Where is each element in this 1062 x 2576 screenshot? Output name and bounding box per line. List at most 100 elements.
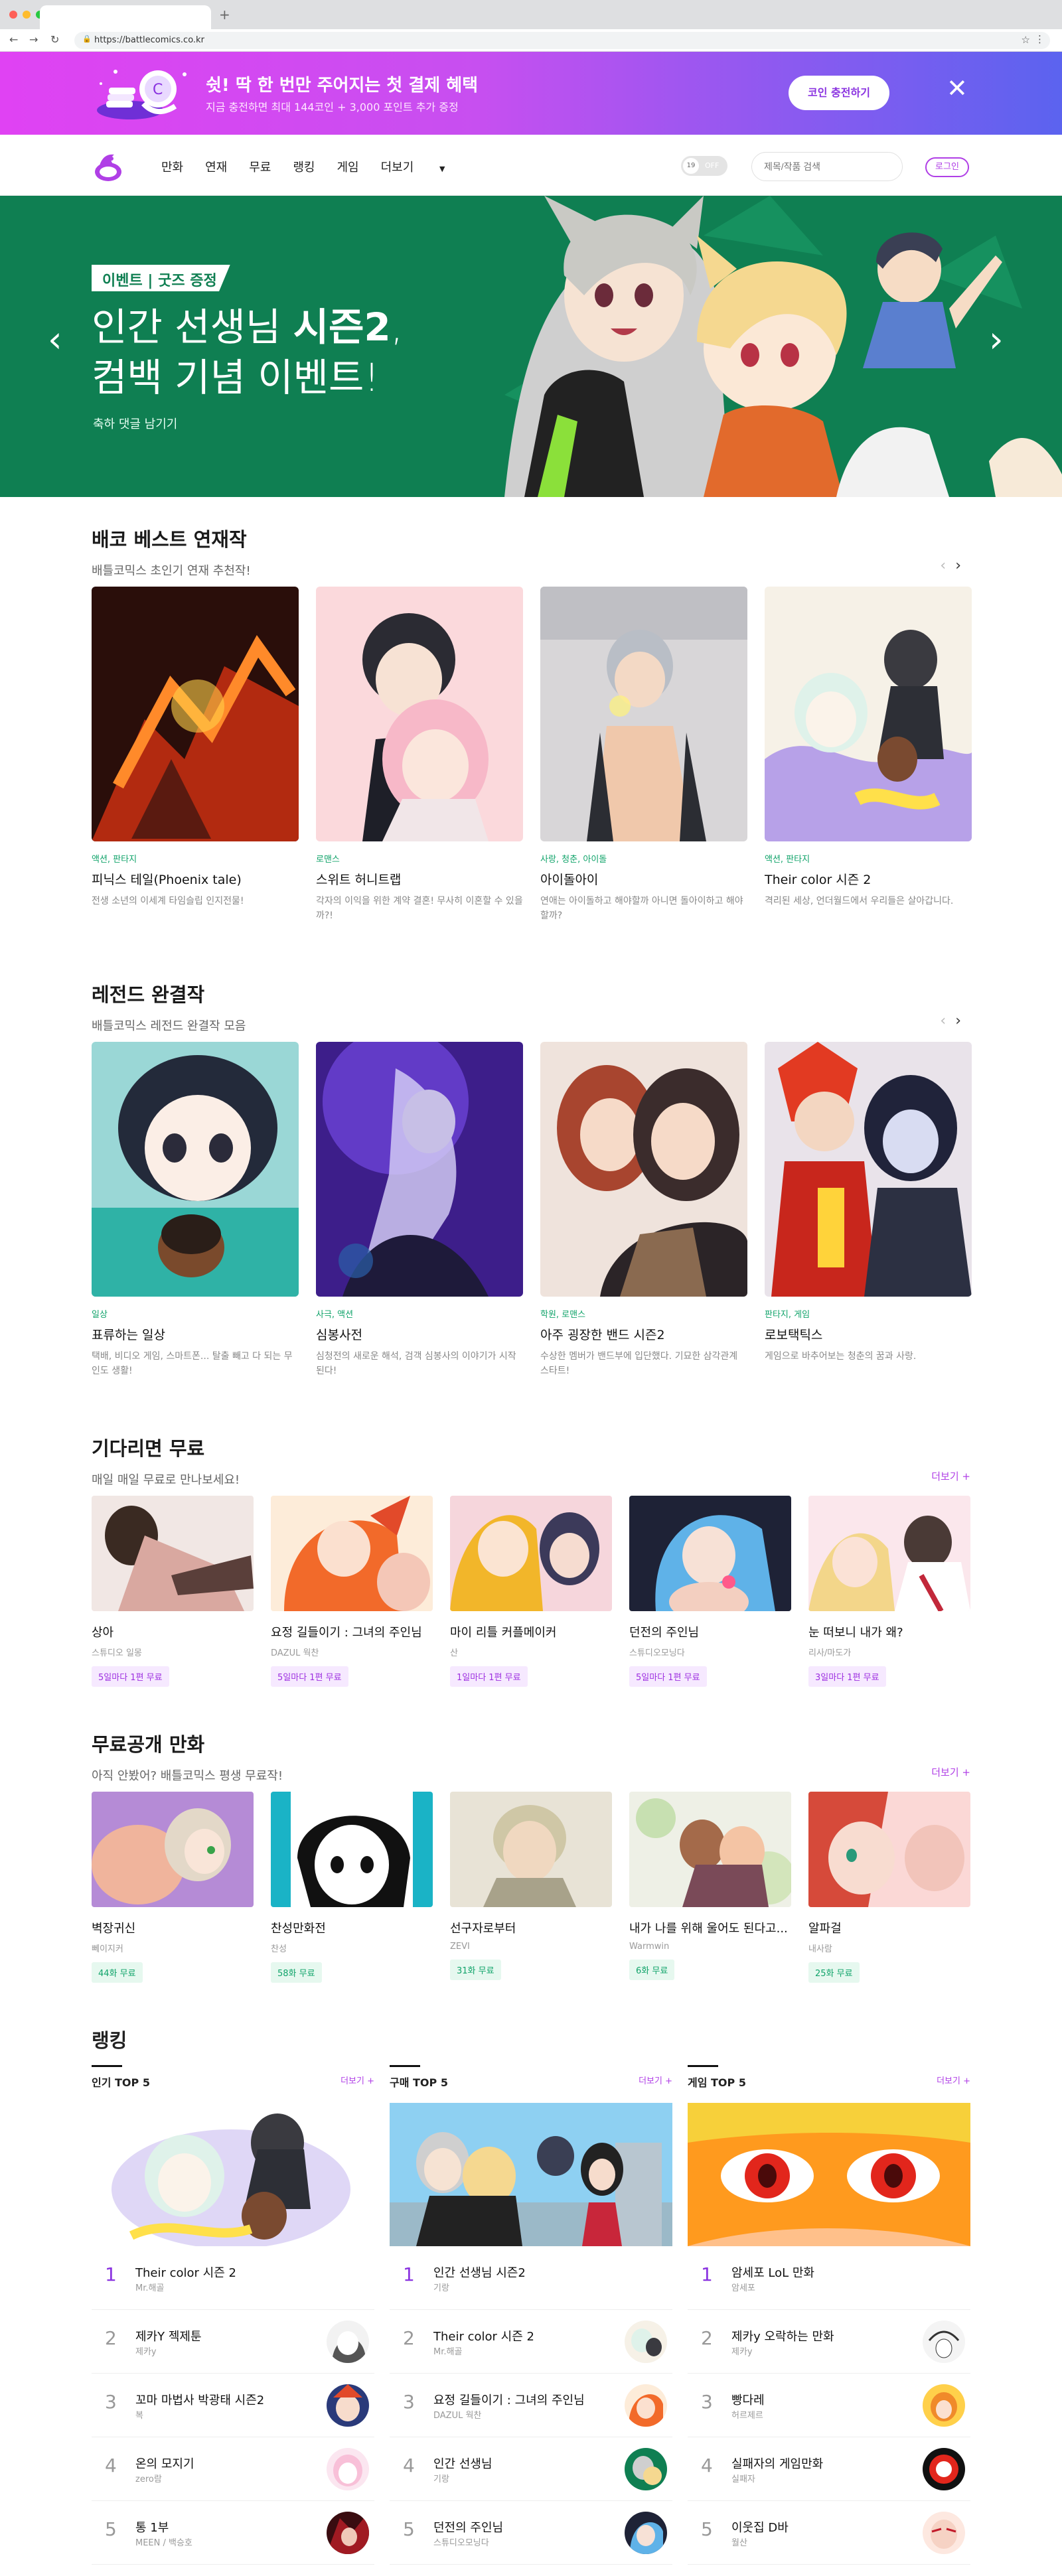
comic-card[interactable]: 눈 떠보니 내가 왜? 리사/마도가 3일마다 1편 무료 <box>808 1496 970 1687</box>
battlecomics-logo[interactable] <box>92 152 125 182</box>
ranking-item[interactable]: 3 꼬마 마법사 박광태 시즌2 복 <box>92 2374 374 2437</box>
comic-card[interactable]: 마이 리틀 커플메이커 산 1일마다 1편 무료 <box>450 1496 612 1687</box>
menu-item-comics[interactable]: 만화 <box>161 158 183 175</box>
ranking-item[interactable]: 2 제카y 오락하는 만화 제카y <box>688 2310 970 2374</box>
genre: 로맨스 <box>316 855 340 865</box>
rank-number: 2 <box>701 2327 713 2349</box>
ranking-item[interactable]: 3 요정 길들이기 : 그녀의 주인님 DAZUL 웍찬 <box>390 2374 672 2437</box>
comic-card[interactable]: 사랑, 청춘, 아이돌 아이돌아이 연애는 아이돌하고 해야할까 아니면 돌아이… <box>540 587 747 923</box>
comic-card[interactable]: 내가 나를 위해 울어도 된다고... Warmwin 6화 무료 <box>629 1792 791 1983</box>
next-arrow-icon[interactable]: › <box>955 557 970 574</box>
minimize-window-icon[interactable] <box>23 11 31 19</box>
browser-menu-icon[interactable]: ⋮ <box>1035 33 1045 45</box>
bookmark-star-icon[interactable]: ☆ <box>1022 34 1030 46</box>
more-link[interactable]: 더보기 + <box>931 1469 970 1483</box>
comic-title: 피닉스 테일(Phoenix tale) <box>92 873 242 887</box>
hero-title-post: , <box>390 305 404 350</box>
comic-card[interactable]: 상아 스튜디오 일몽 5일마다 1편 무료 <box>92 1496 254 1687</box>
back-icon[interactable]: ← <box>9 33 18 46</box>
more-link[interactable]: 더보기 + <box>931 1765 970 1779</box>
comic-author: Warmwin <box>629 1942 670 1952</box>
rank-number: 2 <box>403 2327 415 2349</box>
rank-title: 암세포 LoL 만화 <box>731 2266 814 2280</box>
more-link[interactable]: 더보기 + <box>639 2074 672 2086</box>
charge-coin-button[interactable]: 코인 충전하기 <box>789 76 889 110</box>
ranking-item[interactable]: 1 인간 선생님 시즌2 기랑 <box>390 2246 672 2310</box>
comic-card[interactable]: 판타지, 게임 로보택틱스 게임으로 바추어보는 청춘의 꿈과 사랑. <box>765 1042 972 1378</box>
ranking-banner-image[interactable] <box>390 2103 672 2246</box>
ranking-item[interactable]: 4 온의 모지기 zero람 <box>92 2437 374 2501</box>
more-link[interactable]: 더보기 + <box>341 2074 374 2086</box>
comic-card[interactable]: 액션, 판타지 피닉스 테일(Phoenix tale) 전생 소년의 이세계 … <box>92 587 299 923</box>
comic-card[interactable]: 요정 길들이기 : 그녀의 주인님 DAZUL 웍찬 5일마다 1편 무료 <box>271 1496 433 1687</box>
menu-item-ranking[interactable]: 랭킹 <box>293 158 315 175</box>
free-badge: 5일마다 1편 무료 <box>271 1666 348 1687</box>
menu-item-more[interactable]: 더보기 ▼ <box>381 158 467 175</box>
comic-card[interactable]: 일상 표류하는 일상 택배, 비디오 게임, 스마트폰... 탈출 빼고 다 되… <box>92 1042 299 1378</box>
adult-content-toggle[interactable]: 19 OFF <box>681 156 727 176</box>
rank-title: Their color 시즌 2 <box>433 2330 534 2344</box>
global-navigation: 만화 연재 무료 랭킹 게임 더보기 ▼ 19 OFF 로그인 <box>0 135 1062 196</box>
menu-item-serial[interactable]: 연재 <box>205 158 227 175</box>
browser-toolbar: ← → ↻ 🔒 https://battlecomics.co.kr ☆ ⋮ <box>0 29 1062 52</box>
cover-image <box>808 1496 970 1611</box>
browser-tab[interactable] <box>40 5 211 29</box>
ranking-item[interactable]: 4 실패자의 게임만화 실패자 <box>688 2437 970 2501</box>
comic-card[interactable]: 던전의 주인님 스튜디오모닝다 5일마다 1편 무료 <box>629 1496 791 1687</box>
hero-illustration <box>425 196 1062 497</box>
prev-arrow-icon[interactable]: ‹ <box>940 1013 955 1029</box>
cover-image <box>808 1792 970 1907</box>
ranking-item[interactable]: 2 Their color 시즌 2 Mr.해골 <box>390 2310 672 2374</box>
ranking-item[interactable]: 5 던전의 주인님 스튜디오모닝다 <box>390 2501 672 2565</box>
comic-card[interactable]: 선구자로부터 ZEVI 31화 무료 <box>450 1792 612 1983</box>
rank-author: 기랑 <box>433 2474 449 2484</box>
comic-card[interactable]: 학원, 로맨스 아주 굉장한 밴드 시즌2 수상한 멤버가 밴드부에 입단했다.… <box>540 1042 747 1378</box>
next-arrow-icon[interactable]: › <box>955 1013 970 1029</box>
rank-number: 5 <box>403 2518 415 2540</box>
card-list: 벽장귀신 뻬이지커 44화 무료 찬성만화전 찬성 58화 무료 선구자로부터 … <box>92 1792 970 1983</box>
comic-card[interactable]: 사극, 액션 심봉사전 심청전의 새로운 해석, 검객 심봉사의 이야기가 시작… <box>316 1042 523 1378</box>
comic-card[interactable]: 벽장귀신 뻬이지커 44화 무료 <box>92 1792 254 1983</box>
comic-card[interactable]: 액션, 판타지 Their color 시즌 2 격리된 세상, 언더월드에서 … <box>765 587 972 923</box>
comic-card[interactable]: 찬성만화전 찬성 58화 무료 <box>271 1792 433 1983</box>
hero-description: 축하 댓글 남기기 <box>93 417 178 431</box>
ranking-item[interactable]: 3 빵다레 허르제르 <box>688 2374 970 2437</box>
rank-title: 제카y 오락하는 만화 <box>731 2330 834 2344</box>
login-button[interactable]: 로그인 <box>925 157 969 177</box>
ranking-item[interactable]: 4 인간 선생님 기랑 <box>390 2437 672 2501</box>
ranking-item[interactable]: 1 암세포 LoL 만화 암세포 <box>688 2246 970 2310</box>
comic-title: 아이돌아이 <box>540 873 599 887</box>
ranking-item[interactable]: 2 제카Y 젝제툰 제카y <box>92 2310 374 2374</box>
ranking-banner-image[interactable] <box>92 2103 374 2246</box>
close-icon[interactable]: ✕ <box>947 76 968 101</box>
rank-number: 5 <box>105 2518 117 2540</box>
search-input[interactable] <box>751 152 903 181</box>
reload-icon[interactable]: ↻ <box>50 33 59 46</box>
thumbnail-avatar <box>625 2384 667 2427</box>
comic-author: 리사/마도가 <box>808 1648 852 1658</box>
hero-next-icon[interactable]: › <box>989 322 1004 358</box>
promo-banner[interactable]: C 쉿! 딱 한 번만 주어지는 첫 결제 혜택 지금 충전하면 최대 144코… <box>0 52 1062 135</box>
cover-image <box>765 587 972 841</box>
menu-item-free[interactable]: 무료 <box>249 158 271 175</box>
comic-card[interactable]: 알파걸 내사람 25화 무료 <box>808 1792 970 1983</box>
address-bar[interactable]: 🔒 https://battlecomics.co.kr ☆ ⋮ <box>74 32 1050 49</box>
rank-author: 허르제르 <box>731 2411 763 2421</box>
rank-title: 통 1부 <box>135 2521 169 2535</box>
carousel-arrows: ‹› <box>940 557 970 574</box>
forward-icon[interactable]: → <box>29 33 38 46</box>
ranking-item[interactable]: 1 Their color 시즌 2 Mr.해골 <box>92 2246 374 2310</box>
new-tab-icon[interactable]: + <box>219 7 230 23</box>
ranking-item[interactable]: 5 이웃집 D바 월산 <box>688 2501 970 2565</box>
ranking-item[interactable]: 5 통 1부 MEEN / 백승호 <box>92 2501 374 2565</box>
comic-title: 찬성만화전 <box>271 1922 326 1936</box>
prev-arrow-icon[interactable]: ‹ <box>940 557 955 574</box>
comic-card[interactable]: 로맨스 스위트 허니트랩 각자의 이익을 위한 계약 결혼! 무사히 이혼할 수… <box>316 587 523 923</box>
more-link[interactable]: 더보기 + <box>937 2074 970 2086</box>
hero-banner[interactable]: 이벤트 | 굿즈 증정 인간 선생님 시즌2, 컴백 기념 이벤트! 축하 댓글… <box>0 196 1062 497</box>
hero-prev-icon[interactable]: ‹ <box>48 322 62 358</box>
menu-item-game[interactable]: 게임 <box>337 158 359 175</box>
close-window-icon[interactable] <box>9 11 17 19</box>
ranking-banner-image[interactable] <box>688 2103 970 2246</box>
card-list: 액션, 판타지 피닉스 테일(Phoenix tale) 전생 소년의 이세계 … <box>92 587 972 923</box>
